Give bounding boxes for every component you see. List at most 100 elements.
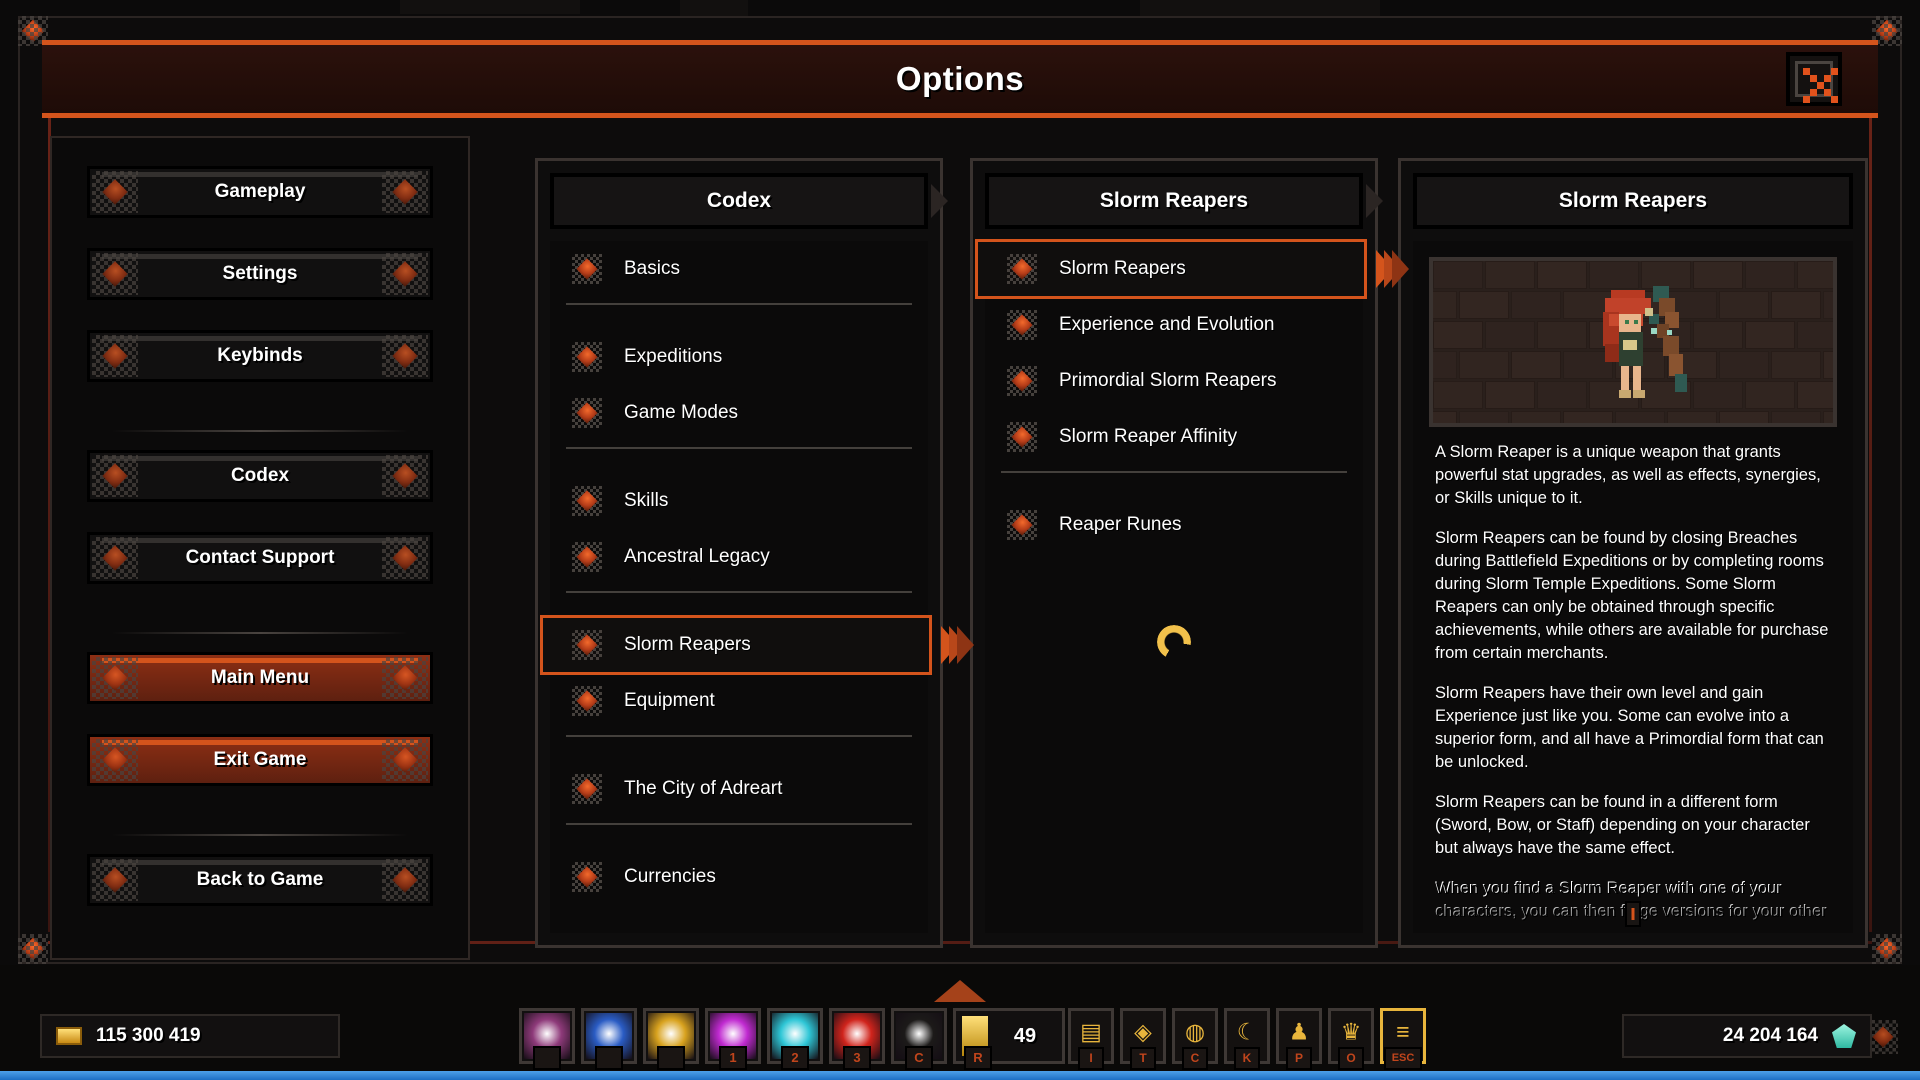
skill-slot[interactable] — [581, 1008, 637, 1070]
diamond-bullet-icon — [572, 630, 602, 660]
brick-tile — [1797, 261, 1833, 289]
potion-slot[interactable]: 49 R — [953, 1008, 1065, 1070]
list-item-label: Currencies — [624, 866, 716, 887]
sidebar-item-keybinds[interactable]: Keybinds — [87, 330, 433, 382]
brick-tile — [1745, 381, 1795, 409]
sidebar-item-main-menu[interactable]: Main Menu — [87, 652, 433, 704]
frame-line — [1869, 48, 1872, 932]
tab-arrow-icon — [1366, 184, 1383, 218]
codex-list: Basics Expeditions Game Modes Skills Ancestr… — [540, 241, 974, 933]
brick-tile — [1823, 351, 1833, 379]
sidebar-item-label: Back to Game — [196, 869, 324, 890]
gold-value: 115 300 419 — [96, 1025, 201, 1046]
sidebar-item-contact-support[interactable]: Contact Support — [87, 532, 433, 584]
reaper-item-slorm-reaper-affinity[interactable]: Slorm Reaper Affinity — [985, 409, 1363, 465]
potion-keybind: R — [964, 1046, 992, 1070]
potion-count: 49 — [1013, 1024, 1037, 1047]
menu-slot-o[interactable]: ♛ O — [1328, 1008, 1374, 1070]
brick-tile — [1719, 291, 1769, 319]
menu-keybind: P — [1286, 1047, 1312, 1070]
brick-tile — [1433, 321, 1483, 349]
reaper-moon-icon: ☾ — [1236, 1018, 1258, 1045]
skill-slot[interactable] — [519, 1008, 575, 1070]
codex-item-ancestral-legacy[interactable]: Ancestral Legacy — [550, 529, 928, 585]
list-item-label: Equipment — [624, 690, 715, 711]
profile-icon: ♟ — [1288, 1018, 1310, 1045]
list-divider — [566, 735, 912, 737]
diamond-bullet-icon — [572, 486, 602, 516]
reaper-item-primordial-slorm-reapers[interactable]: Primordial Slorm Reapers — [985, 353, 1363, 409]
close-x-icon — [1790, 56, 1838, 103]
skill-keybind: 2 — [781, 1046, 809, 1070]
sprite-pixel — [1669, 353, 1683, 376]
column-codex: Codex Basics Expeditions Game Modes Skills A… — [535, 158, 974, 948]
hud-expand-arrow-icon[interactable] — [934, 980, 986, 1002]
reaper-item-slorm-reapers[interactable]: Slorm Reapers — [975, 239, 1409, 299]
sidebar-item-back-to-game[interactable]: Back to Game — [87, 854, 433, 906]
menu-slot-esc[interactable]: ≡ ESC — [1380, 1008, 1426, 1070]
diamond-bullet-icon — [572, 774, 602, 804]
menu-keybind: O — [1338, 1047, 1364, 1070]
list-item-label: Ancestral Legacy — [624, 546, 770, 567]
skill-slot[interactable]: 2 — [767, 1008, 823, 1070]
list-item-label: Experience and Evolution — [1059, 314, 1275, 335]
scroll-indicator[interactable] — [1625, 901, 1641, 927]
menu-slot-k[interactable]: ☾ K — [1224, 1008, 1270, 1070]
experience-bar-fill — [0, 1071, 1920, 1080]
list-item-label: Skills — [624, 490, 669, 511]
menu-slot-t[interactable]: ◈ T — [1120, 1008, 1166, 1070]
tab-arrow-icon — [931, 184, 948, 218]
sidebar-item-exit-game[interactable]: Exit Game — [87, 734, 433, 786]
reaper-item-experience-and-evolution[interactable]: Experience and Evolution — [985, 297, 1363, 353]
close-button[interactable] — [1786, 52, 1842, 106]
codex-item-basics[interactable]: Basics — [550, 241, 928, 297]
brick-tile — [1797, 321, 1833, 349]
sprite-pixel — [1621, 365, 1629, 392]
diamond-ornament-icon — [92, 657, 138, 699]
codex-item-skills[interactable]: Skills — [550, 473, 928, 529]
brick-tile — [1433, 261, 1483, 289]
sidebar-item-codex[interactable]: Codex — [87, 450, 433, 502]
sidebar-item-gameplay[interactable]: Gameplay — [87, 166, 433, 218]
sprite-pixel — [1663, 335, 1679, 356]
diamond-ornament-icon — [382, 171, 428, 213]
diamond-ornament-icon — [92, 739, 138, 781]
list-item-label: Slorm Reapers — [624, 634, 751, 655]
list-item-label: Slorm Reaper Affinity — [1059, 426, 1238, 447]
codex-item-currencies[interactable]: Currencies — [550, 849, 928, 905]
menu-slot-p[interactable]: ♟ P — [1276, 1008, 1322, 1070]
skill-slot[interactable]: 3 — [829, 1008, 885, 1070]
diamond-ornament-icon — [92, 859, 138, 901]
sidebar-item-label: Exit Game — [213, 749, 307, 770]
sprite-pixel — [1675, 373, 1687, 392]
detail-paragraph: Slorm Reapers have their own level and g… — [1435, 684, 1824, 771]
skill-slot[interactable] — [643, 1008, 699, 1070]
detail-illustration — [1429, 257, 1837, 427]
skill-slot[interactable]: C — [891, 1008, 947, 1070]
diamond-bullet-icon — [1007, 422, 1037, 452]
selection-chevron-icon — [1376, 250, 1409, 288]
brick-tile — [1485, 321, 1535, 349]
diamond-bullet-icon — [572, 254, 602, 284]
codex-item-expeditions[interactable]: Expeditions — [550, 329, 928, 385]
reapers-list: Slorm Reapers Experience and Evolution Pri… — [975, 239, 1409, 933]
menu-keybind: I — [1078, 1047, 1104, 1070]
reapers-header: Slorm Reapers — [985, 173, 1383, 229]
codex-item-the-city-of-adreart[interactable]: The City of Adreart — [550, 761, 928, 817]
codex-item-equipment[interactable]: Equipment — [550, 673, 928, 729]
codex-item-game-modes[interactable]: Game Modes — [550, 385, 928, 441]
diamond-bullet-icon — [1007, 310, 1037, 340]
sidebar-item-settings[interactable]: Settings — [87, 248, 433, 300]
menu-slot-c[interactable]: ◍ C — [1172, 1008, 1218, 1070]
brick-tile — [1433, 291, 1457, 319]
reaper-item-reaper-runes[interactable]: Reaper Runes — [985, 497, 1363, 553]
skill-keybind: C — [905, 1046, 933, 1070]
list-item-label: Slorm Reapers — [1059, 258, 1186, 279]
codex-item-slorm-reapers[interactable]: Slorm Reapers — [540, 615, 974, 675]
skill-slot[interactable]: 1 — [705, 1008, 761, 1070]
sidebar-menu: Gameplay Settings Keybinds Codex Contact Sup… — [52, 166, 468, 936]
diamond-bullet-icon — [572, 342, 602, 372]
menu-slot-i[interactable]: ▤ I — [1068, 1008, 1114, 1070]
